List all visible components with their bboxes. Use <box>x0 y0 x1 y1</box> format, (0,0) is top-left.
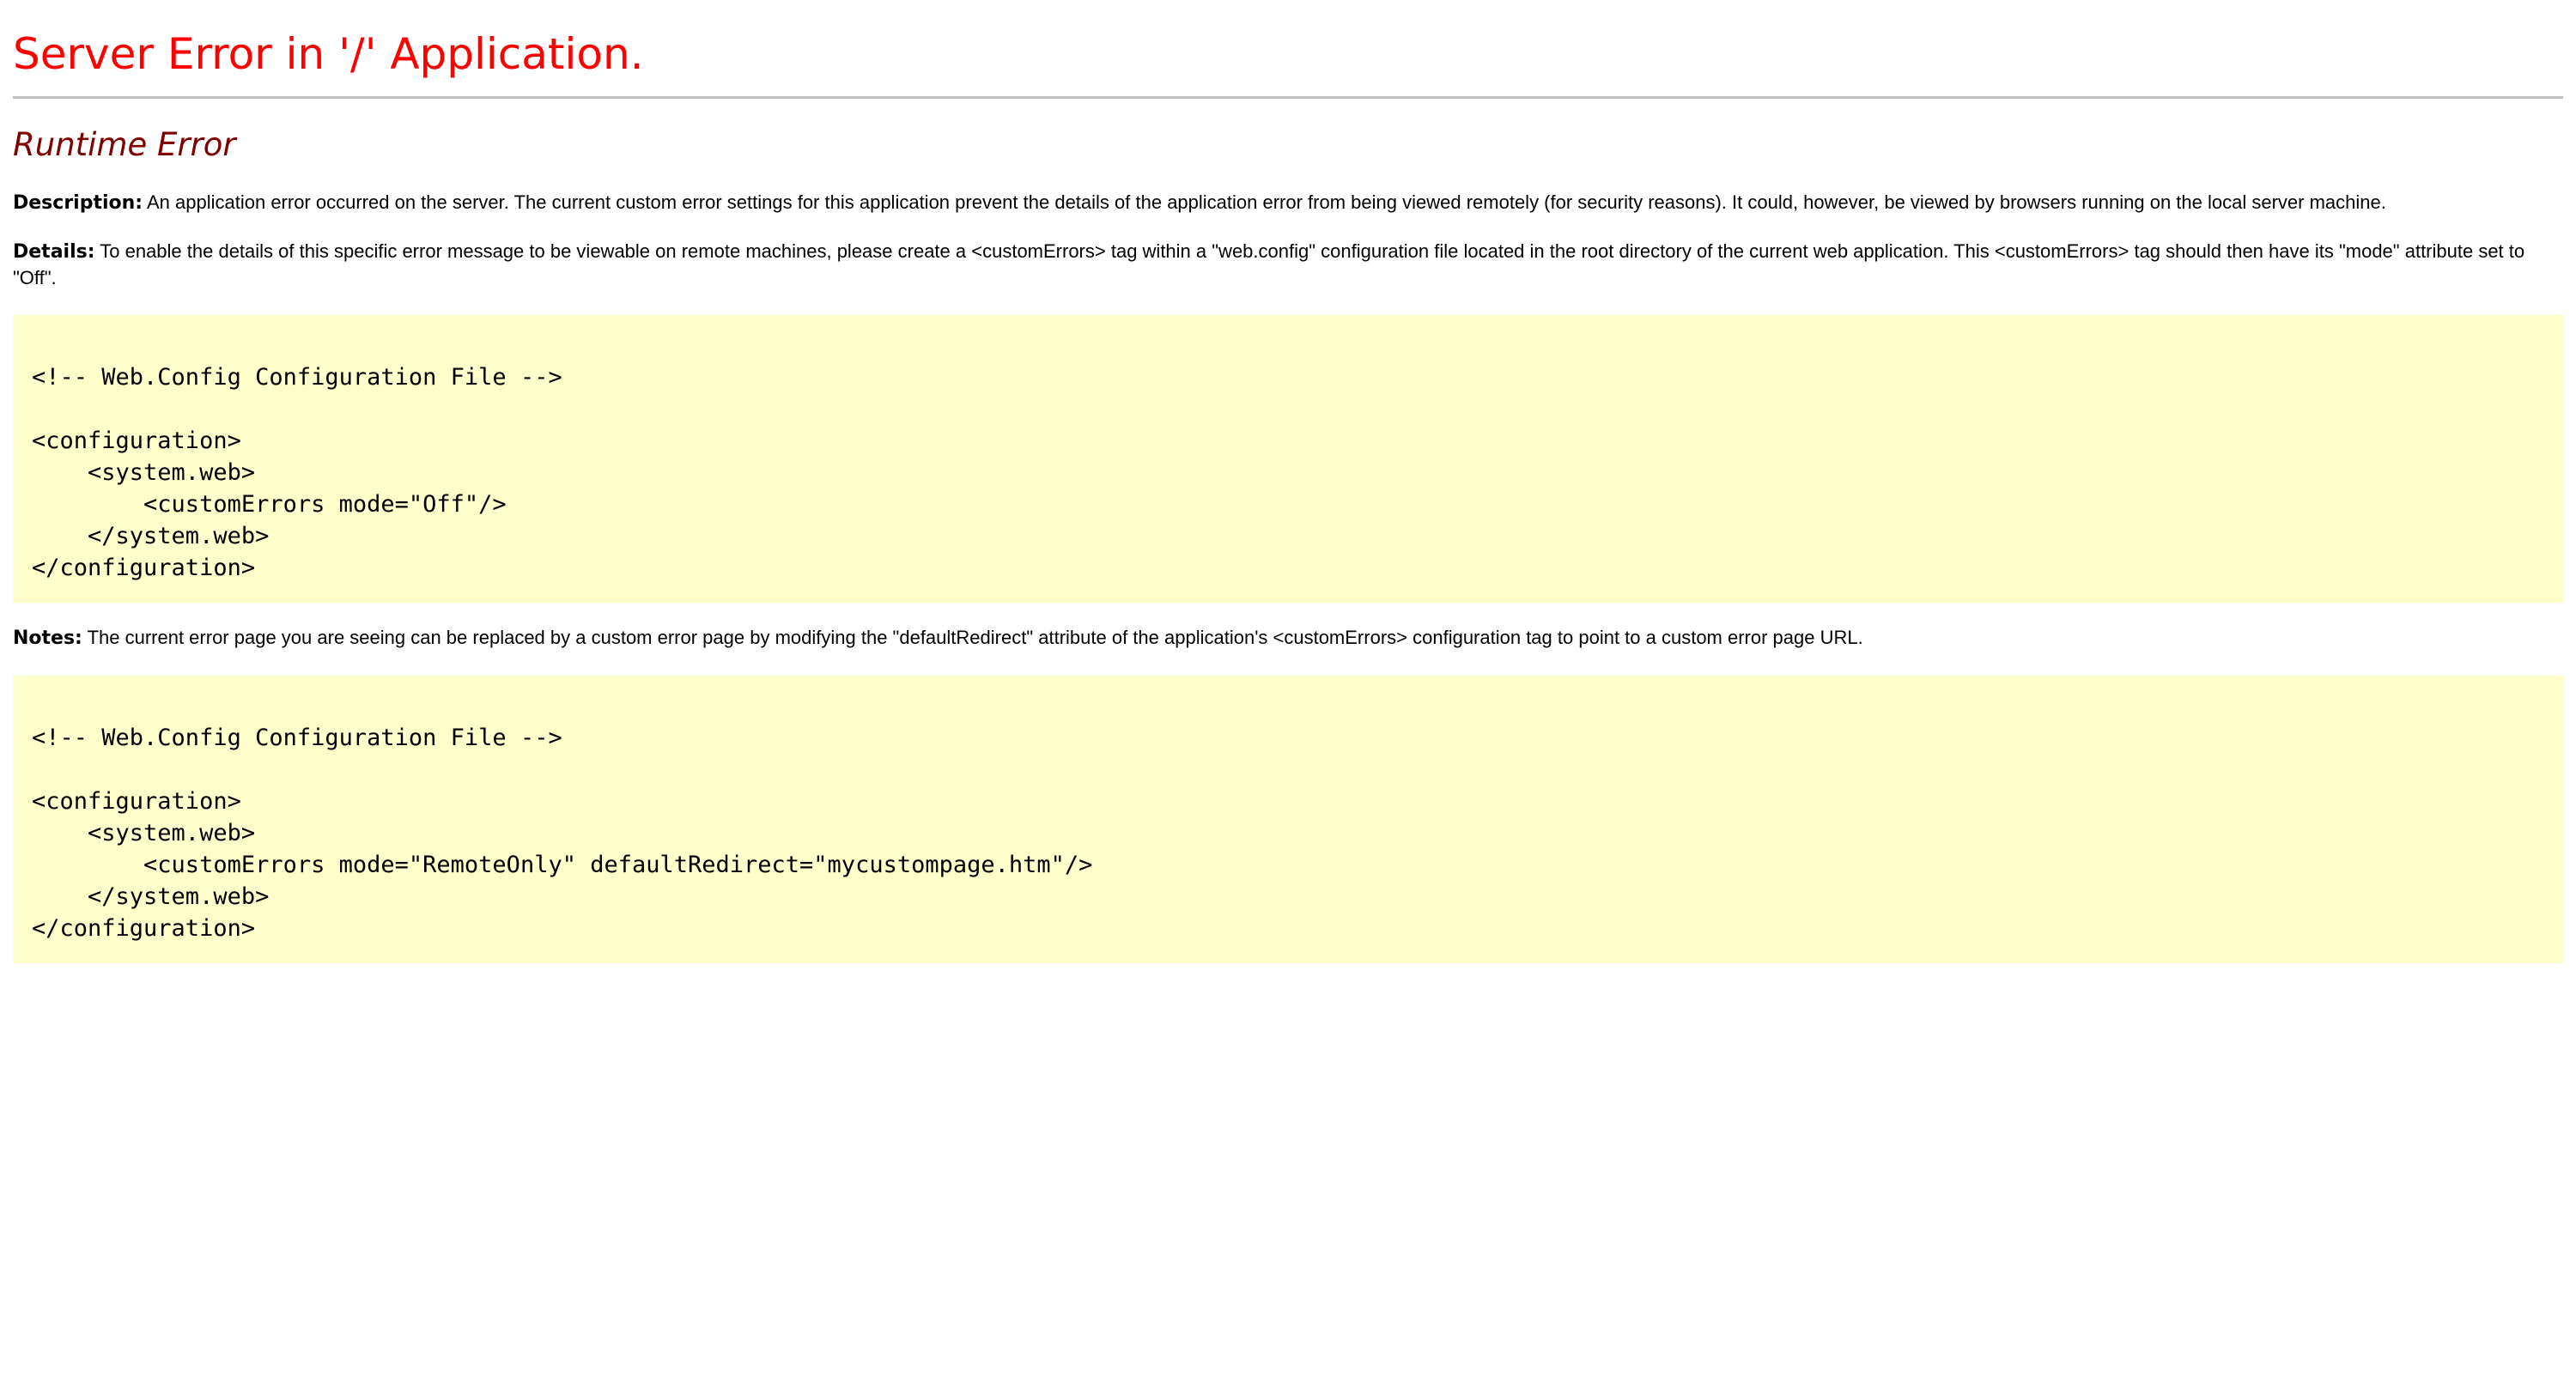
code-line: <system.web> <box>32 820 256 846</box>
description-paragraph: Description: An application error occurr… <box>13 190 2563 216</box>
details-paragraph: Details: To enable the details of this s… <box>13 239 2563 291</box>
code-line: <system.web> <box>32 459 256 486</box>
code-line: </configuration> <box>32 555 256 581</box>
details-text: To enable the details of this specific e… <box>13 240 2525 288</box>
page-title: Server Error in '/' Application. <box>13 29 644 79</box>
code-line: <!-- Web.Config Configuration File --> <box>32 725 562 751</box>
code-line: <configuration> <box>32 428 241 454</box>
code-line: </configuration> <box>32 915 256 942</box>
code-line: <!-- Web.Config Configuration File --> <box>32 364 562 391</box>
error-type-heading: Runtime Error <box>13 126 236 163</box>
code-line: </system.web> <box>32 523 270 549</box>
notes-text: The current error page you are seeing ca… <box>82 627 1863 648</box>
config-code-block-remoteonly: <!-- Web.Config Configuration File --> <c… <box>13 676 2563 963</box>
description-label: Description: <box>13 192 143 214</box>
notes-paragraph: Notes: The current error page you are se… <box>13 625 2563 652</box>
code-line: <customErrors mode="RemoteOnly" defaultR… <box>32 852 1093 878</box>
error-page: Server Error in '/' Application. Runtime… <box>13 0 2563 963</box>
title-divider <box>13 96 2563 99</box>
code-line: </system.web> <box>32 883 270 910</box>
notes-label: Notes: <box>13 628 82 649</box>
description-text: An application error occurred on the ser… <box>143 191 2386 213</box>
config-code-block-off: <!-- Web.Config Configuration File --> <c… <box>13 315 2563 603</box>
code-line: <configuration> <box>32 788 241 815</box>
code-line: <customErrors mode="Off"/> <box>32 491 507 518</box>
details-label: Details: <box>13 241 95 263</box>
